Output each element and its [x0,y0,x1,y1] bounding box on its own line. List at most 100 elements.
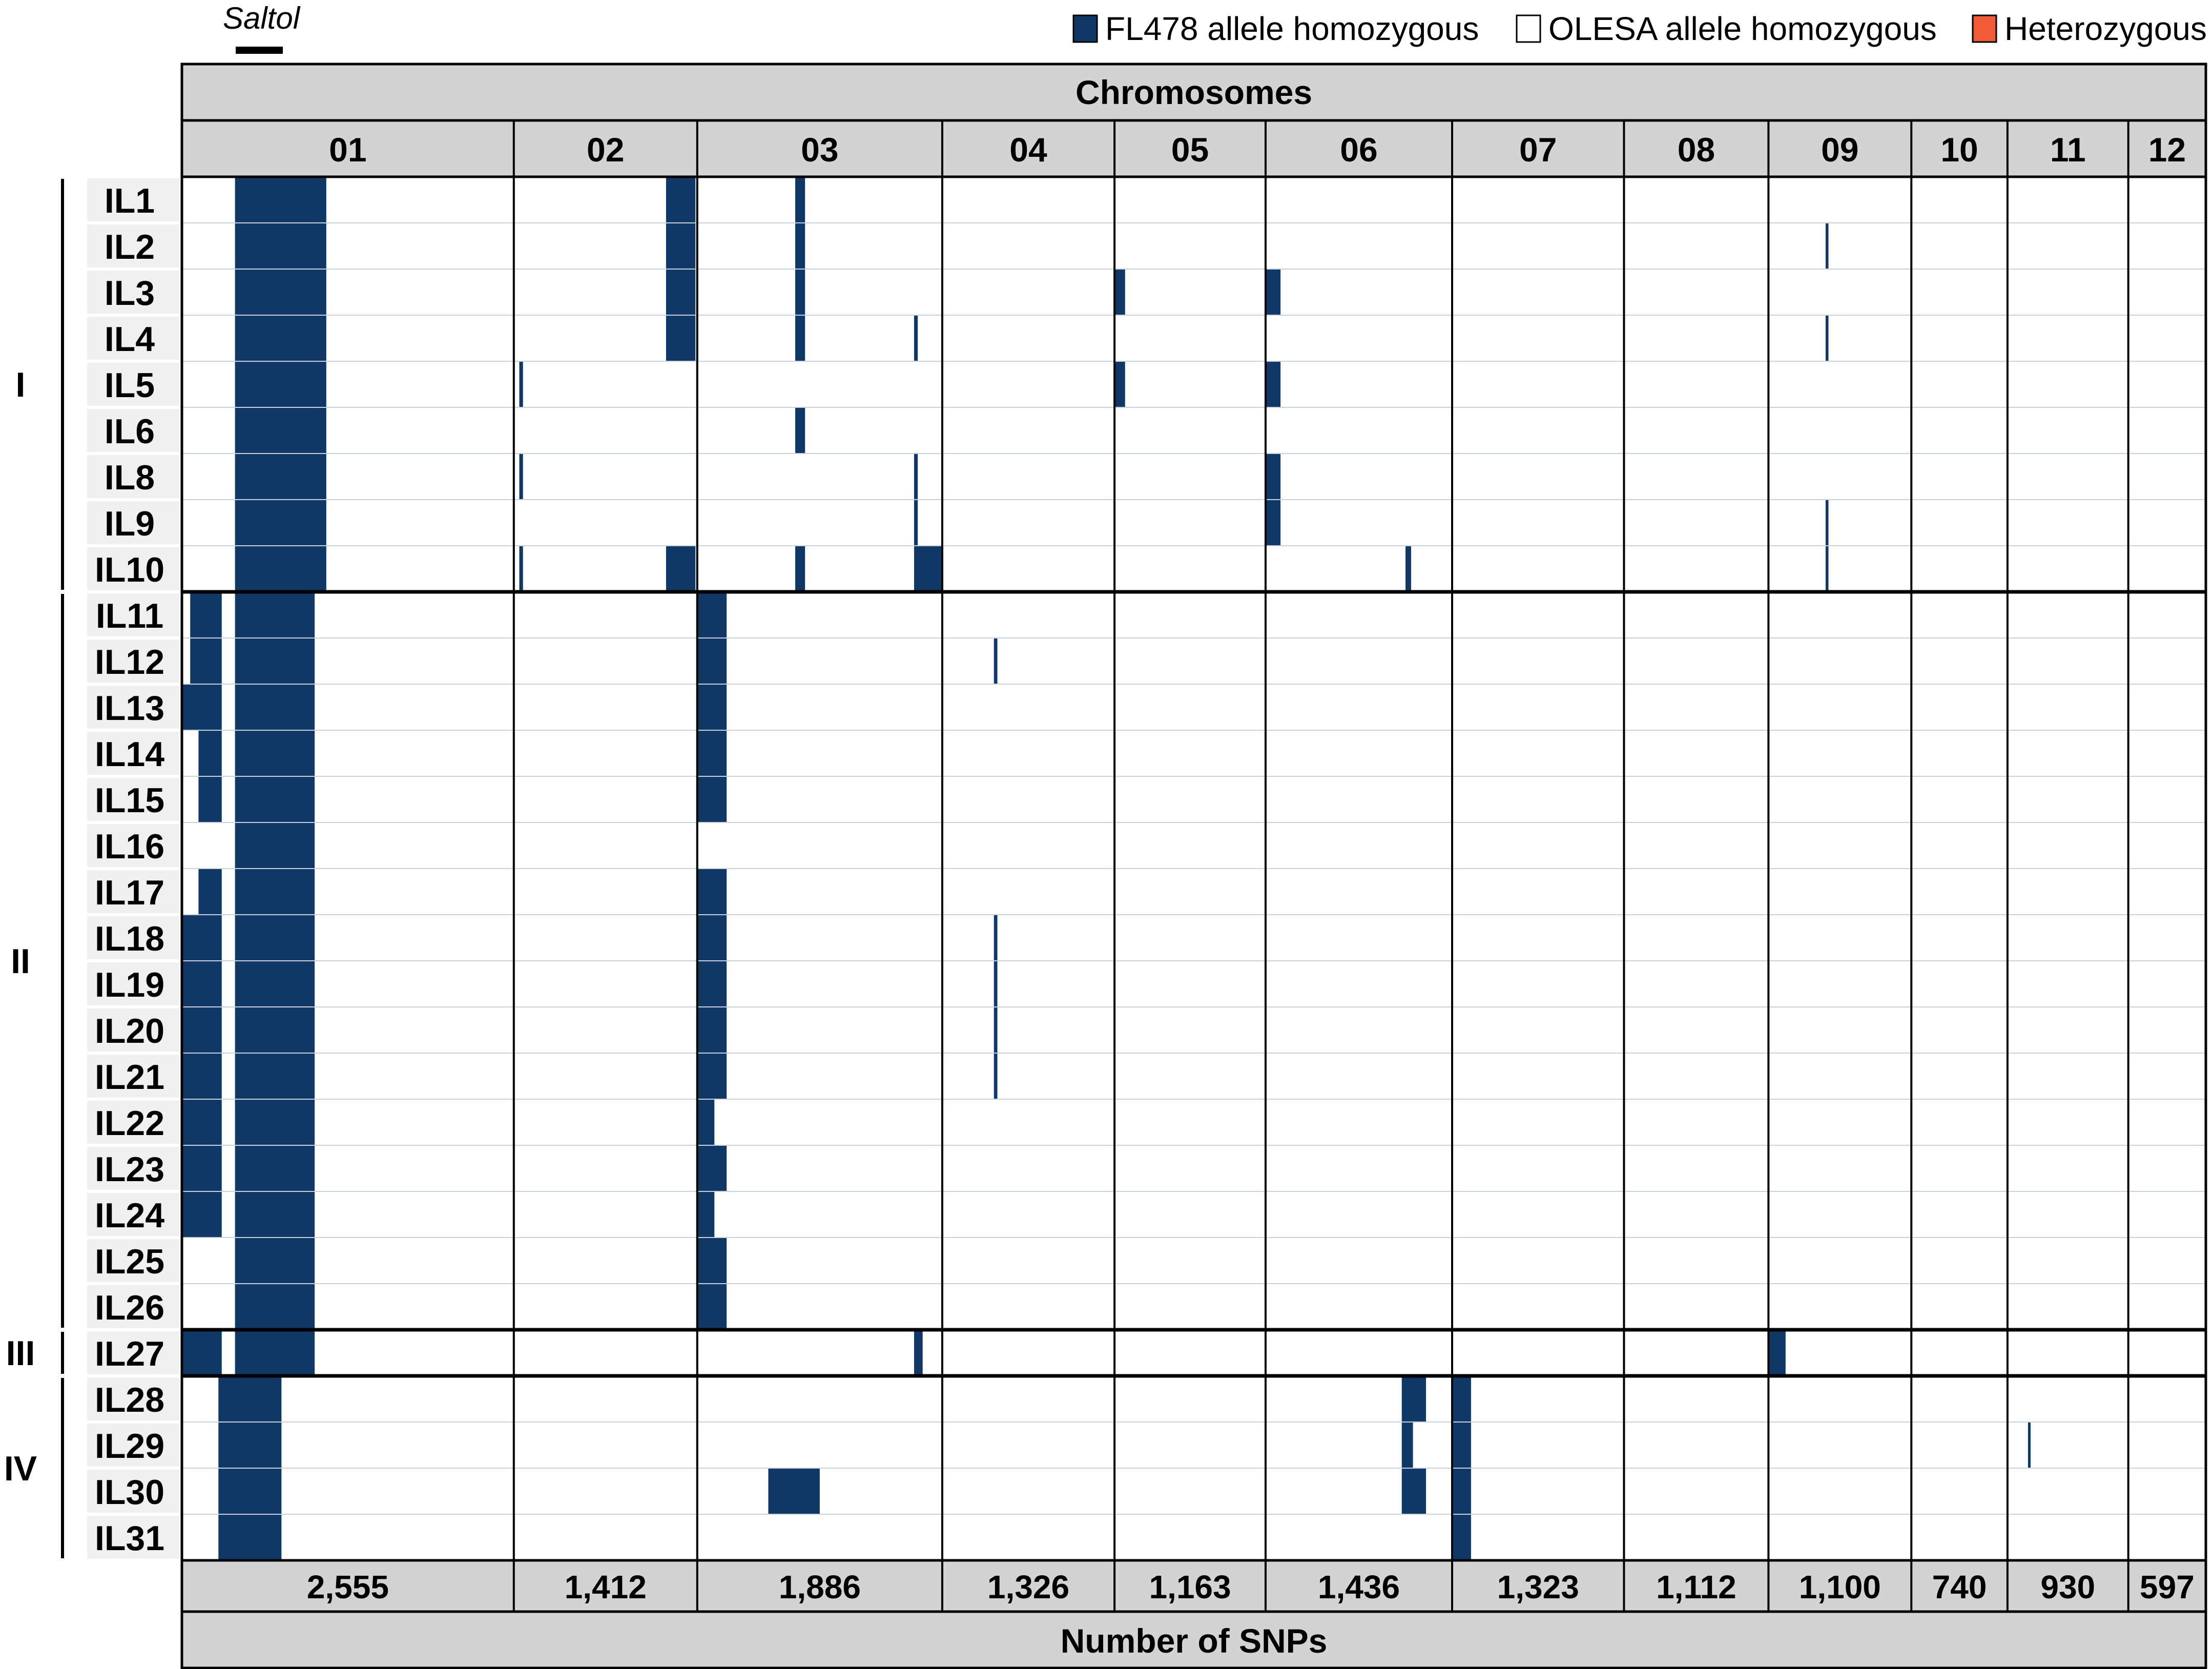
introgression-segment [666,223,696,269]
introgression-segment [182,1099,222,1145]
snp-count: 1,163 [1149,1569,1231,1605]
introgression-segment [795,269,805,315]
introgression-segment [190,638,222,684]
introgression-segment [1114,269,1125,315]
legend-label: Heterozygous [2004,10,2207,47]
introgression-segment [1265,454,1281,500]
introgression-segment [218,1422,282,1468]
snp-count: 740 [1932,1569,1987,1605]
introgression-segment [697,1099,715,1145]
introgression-segment [795,177,805,223]
row-label: IL13 [95,689,164,728]
introgression-segment [1401,1468,1427,1514]
introgression-segment [235,1330,315,1376]
introgression-segment [1265,269,1281,315]
introgression-segment [235,177,326,223]
introgression-segment [697,776,727,822]
row-label: IL25 [95,1242,164,1281]
introgression-segment [994,961,998,1007]
group-label: III [6,1334,35,1373]
row-label: IL27 [95,1334,164,1373]
row-label: IL2 [105,228,155,266]
introgression-segment [994,638,998,684]
row-label: IL29 [95,1427,164,1466]
legend-swatch [1972,14,1997,43]
introgression-segment [1401,1376,1427,1422]
introgression-segment [235,592,315,638]
snp-count: 1,112 [1656,1569,1736,1605]
group-label: I [16,365,26,404]
introgression-segment [182,961,222,1007]
introgression-segment [2028,1422,2031,1468]
introgression-segment [697,1145,727,1191]
snp-count: 1,326 [987,1569,1069,1605]
introgression-segment [1265,500,1281,546]
introgression-segment [182,1330,222,1376]
introgression-segment [198,869,222,915]
row-label: IL4 [105,320,155,359]
introgression-segment [235,776,315,822]
introgression-segment [1114,361,1125,407]
introgression-segment [182,915,222,961]
x-axis-label: Number of SNPs [1061,1622,1328,1660]
chromosome-label: 01 [329,131,366,169]
introgression-segment [235,961,315,1007]
introgression-segment [697,1053,727,1099]
introgression-segment [795,546,805,592]
row-label: IL12 [95,643,164,682]
snp-count: 1,323 [1497,1569,1579,1605]
introgression-segment [235,1284,315,1330]
row-label: IL18 [95,919,164,958]
legend-swatch [1516,14,1541,43]
chromosome-label: 05 [1171,131,1209,169]
haplotype-heatmap: FL478 allele homozygous OLESA allele homo… [0,0,2212,1669]
introgression-segment [235,1145,315,1191]
introgression-segment [768,1468,820,1514]
introgression-segment [994,1007,998,1053]
row-label: IL31 [95,1519,164,1558]
introgression-segment [182,1007,222,1053]
introgression-segment [235,454,326,500]
introgression-segment [666,315,696,361]
row-label: IL11 [96,596,163,635]
chart-svg: FL478 allele homozygous OLESA allele homo… [4,1,2207,1669]
introgression-segment [1452,1514,1471,1560]
introgression-segment [182,1145,222,1191]
chromosome-label: 12 [2148,131,2186,169]
chromosome-label: 10 [1940,131,1978,169]
introgression-segment [1401,1422,1413,1468]
introgression-segment [795,223,805,269]
introgression-segment [235,1191,315,1238]
introgression-segment [235,500,326,546]
row-label: IL19 [95,965,164,1004]
introgression-segment [914,454,918,500]
introgression-segment [697,684,727,730]
introgression-segment [198,776,222,822]
chromosome-label: 08 [1678,131,1715,169]
introgression-segment [198,730,222,776]
introgression-segment [235,915,315,961]
group-label: IV [4,1449,37,1488]
introgression-segment [1825,500,1829,546]
introgression-segment [914,1330,923,1376]
chromosome-label: 07 [1519,131,1557,169]
introgression-segment [519,546,523,592]
introgression-segment [235,869,315,915]
row-label: IL26 [95,1288,164,1327]
introgression-segment [235,822,315,869]
snp-count: 2,555 [307,1569,389,1605]
snp-count: 930 [2040,1569,2095,1605]
row-label: IL16 [95,827,164,866]
introgression-segment [235,730,315,776]
group-label: II [11,942,30,981]
introgression-segment [697,1284,727,1330]
legend-swatch [1072,14,1098,43]
introgression-segment [519,454,523,500]
introgression-segment [1452,1376,1471,1422]
row-label: IL14 [95,735,164,774]
row-label: IL23 [95,1150,164,1189]
introgression-segment [914,315,918,361]
introgression-segment [666,177,696,223]
introgression-segment [235,361,326,407]
introgression-segment [697,961,727,1007]
